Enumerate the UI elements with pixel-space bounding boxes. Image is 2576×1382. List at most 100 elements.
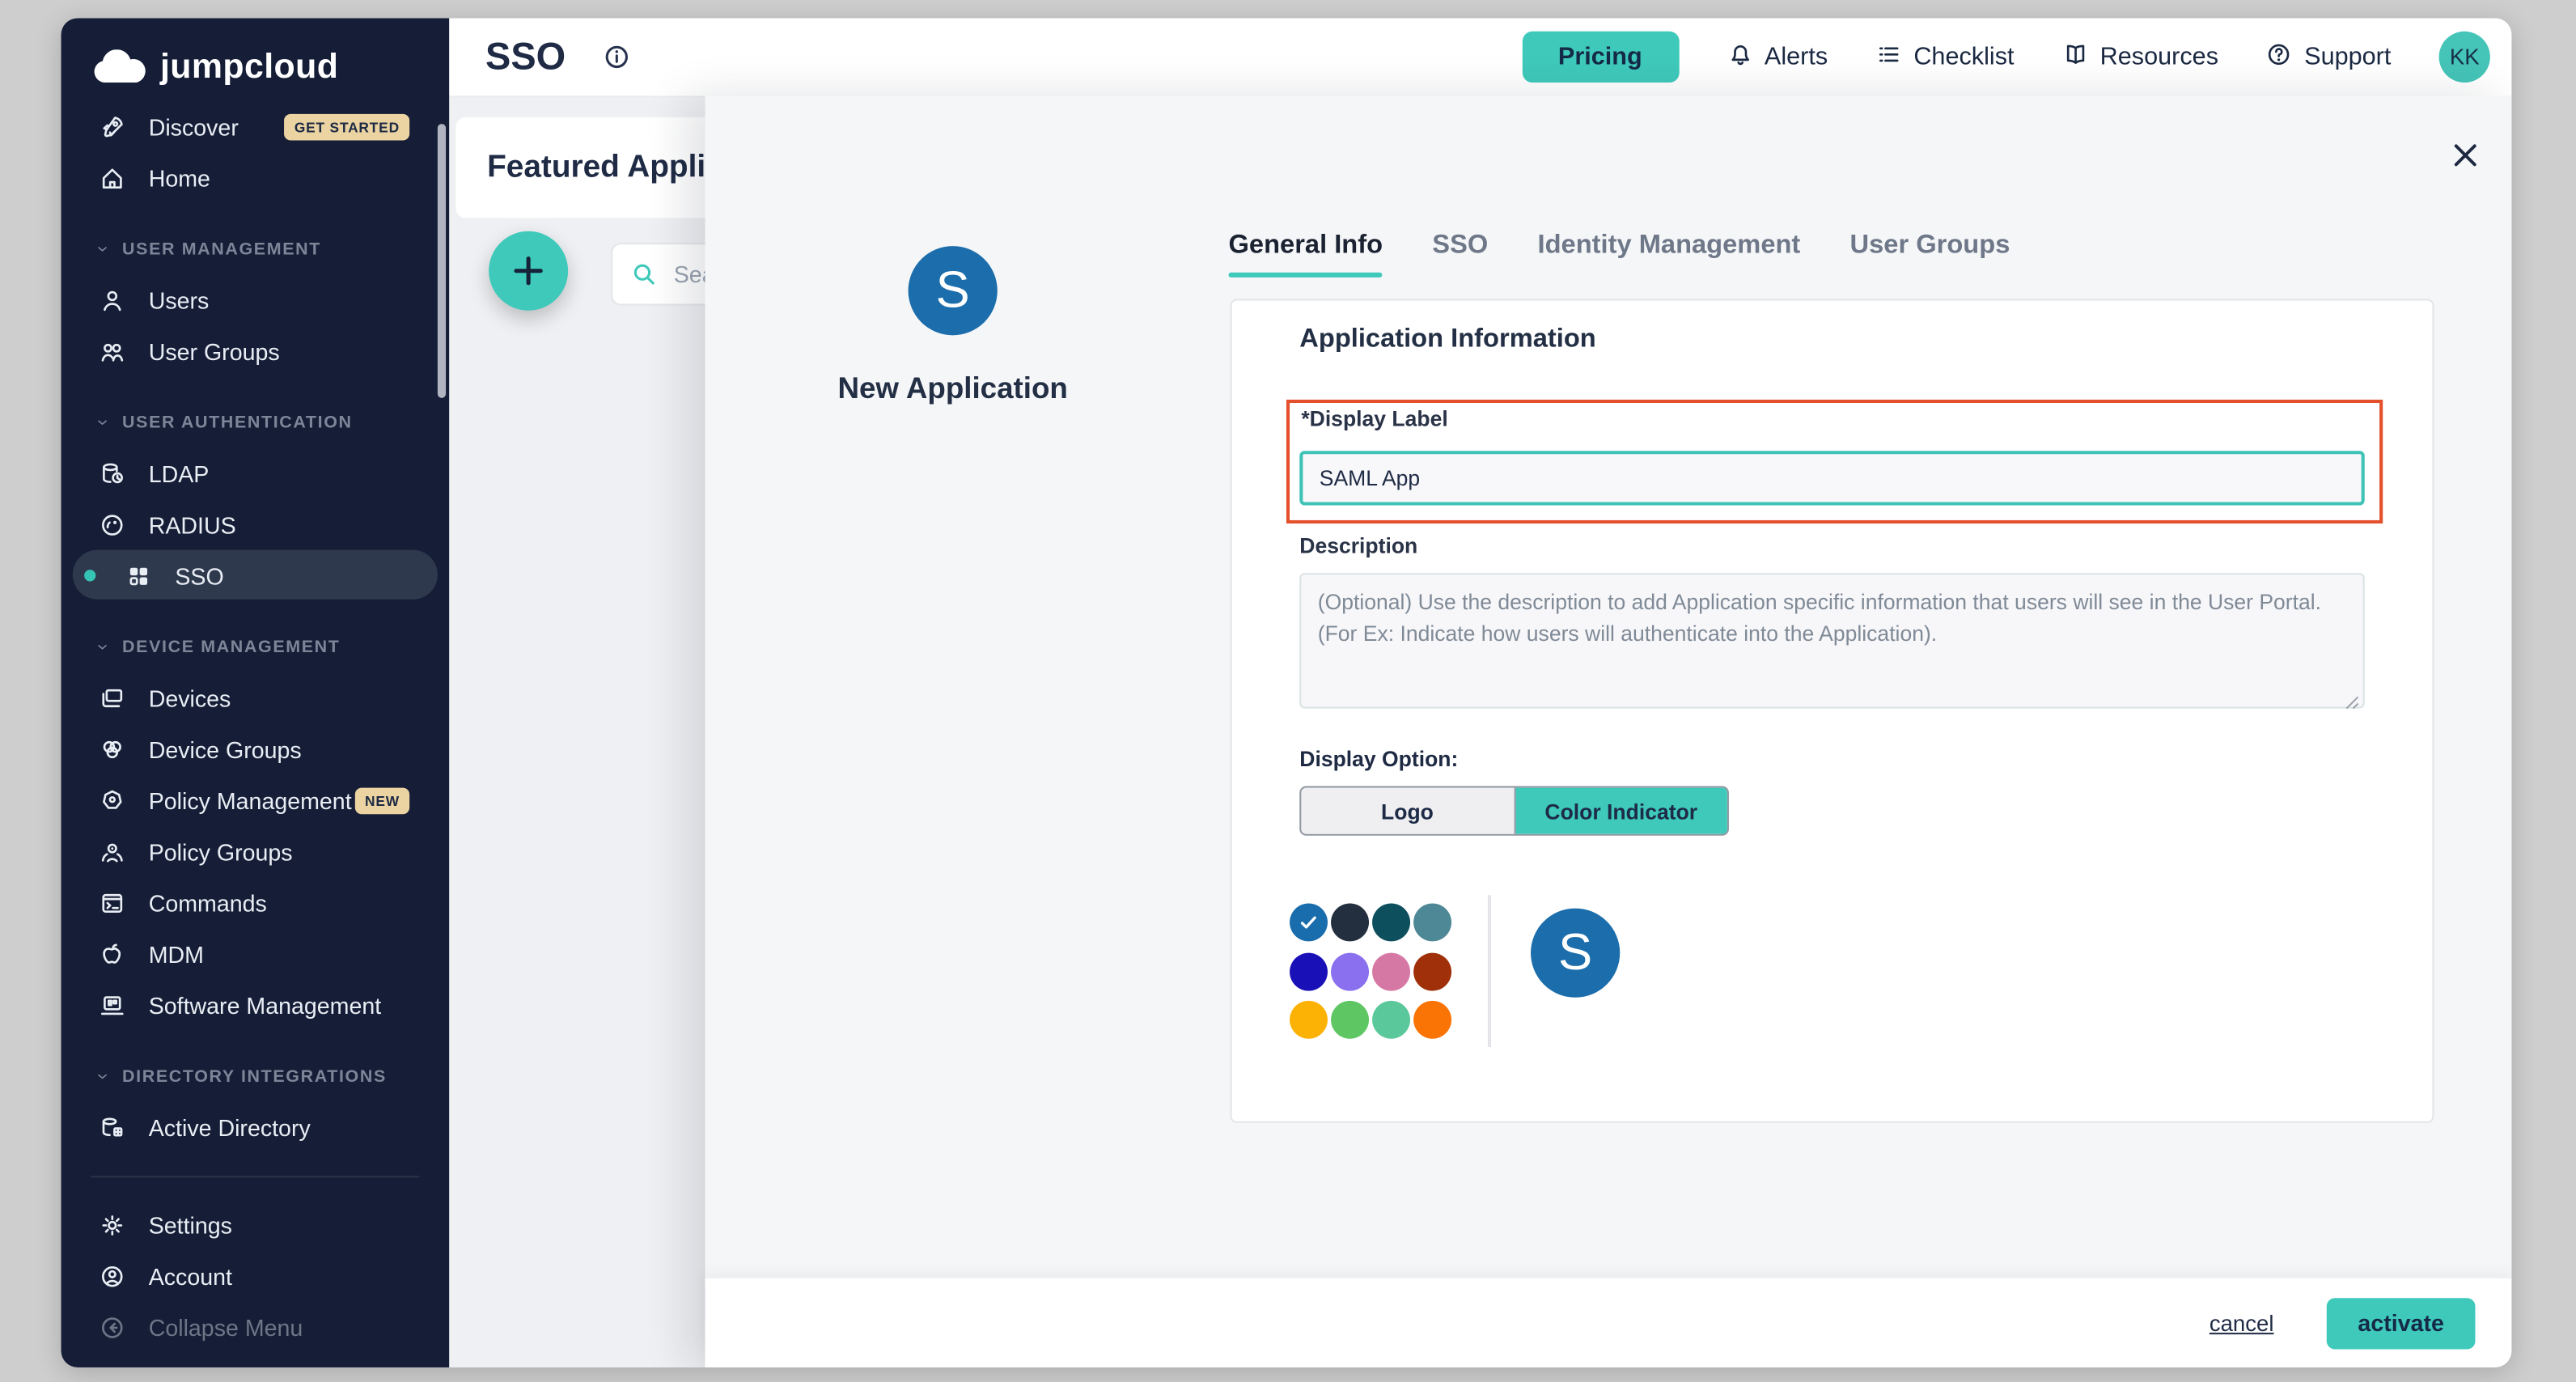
tab-user-groups[interactable]: User Groups xyxy=(1850,231,2010,278)
sidebar-item-sso[interactable]: SSO xyxy=(87,550,422,601)
add-application-button[interactable] xyxy=(489,231,568,311)
active-indicator-dot xyxy=(84,570,95,581)
sidebar-item-label: Active Directory xyxy=(149,1114,311,1141)
checklist-icon xyxy=(1875,40,1902,74)
display-option-label: Display Option: xyxy=(1299,747,1458,772)
activate-button[interactable]: activate xyxy=(2327,1297,2476,1348)
sidebar-item-discover[interactable]: Discover GET STARTED xyxy=(61,101,450,152)
sidebar-section-directory-integrations[interactable]: DIRECTORY INTEGRATIONS xyxy=(61,1050,450,1101)
sidebar-item-active-directory[interactable]: Active Directory xyxy=(61,1101,450,1152)
rocket-icon xyxy=(99,113,125,140)
sidebar-item-account[interactable]: Account xyxy=(61,1250,450,1301)
sidebar-divider xyxy=(91,1176,419,1177)
sidebar-item-label: Discover xyxy=(149,113,239,140)
sidebar-item-policy-management[interactable]: Policy ManagementNEW xyxy=(61,774,450,825)
sidebar-item-label: Settings xyxy=(149,1211,232,1238)
topnav-label: Checklist xyxy=(1913,43,2014,71)
section-label: USER MANAGEMENT xyxy=(122,239,321,258)
color-swatch-3[interactable] xyxy=(1372,903,1410,941)
sidebar-item-mdm[interactable]: MDM xyxy=(61,928,450,979)
sidebar-item-label: Home xyxy=(149,164,210,191)
chevron-down-icon xyxy=(94,638,110,655)
color-swatch-10[interactable] xyxy=(1331,1001,1369,1039)
topnav-checklist[interactable]: Checklist xyxy=(1875,40,2014,74)
color-swatch-4[interactable] xyxy=(1413,903,1451,941)
sidebar-item-label: Commands xyxy=(149,889,267,916)
sidebar-item-device-groups[interactable]: Device Groups xyxy=(61,723,450,774)
pricing-button[interactable]: Pricing xyxy=(1522,32,1679,83)
sidebar-nav: Discover GET STARTED Home USER MANAGEMENT Us… xyxy=(61,101,450,1353)
new-badge: NEW xyxy=(355,787,409,814)
color-swatch-11[interactable] xyxy=(1372,1001,1410,1039)
description-field xyxy=(1299,573,2364,708)
description-textarea[interactable] xyxy=(1299,573,2364,708)
sidebar-item-label: Collapse Menu xyxy=(149,1314,303,1341)
chevron-down-icon xyxy=(94,413,110,430)
sidebar-item-label: User Groups xyxy=(149,337,280,364)
sidebar-item-home[interactable]: Home xyxy=(61,152,450,203)
sidebar-scrollbar[interactable] xyxy=(438,124,446,398)
topnav-alerts[interactable]: Alerts xyxy=(1727,40,1828,74)
new-application-modal: S New Application General InfoSSOIdentit… xyxy=(705,95,2512,1367)
color-swatch-8[interactable] xyxy=(1413,952,1451,990)
sidebar-item-label: Policy Groups xyxy=(149,838,293,865)
color-swatch-6[interactable] xyxy=(1331,952,1369,990)
sidebar-item-users[interactable]: Users xyxy=(61,274,450,325)
close-button[interactable] xyxy=(2451,140,2481,170)
sidebar-item-label: MDM xyxy=(149,940,204,967)
software-management-icon xyxy=(99,992,125,1019)
plus-icon xyxy=(511,252,547,289)
avatar[interactable]: KK xyxy=(2439,32,2490,83)
card-title: Application Information xyxy=(1299,325,1595,355)
get-started-badge: GET STARTED xyxy=(285,113,410,140)
sidebar-item-devices[interactable]: Devices xyxy=(61,672,450,723)
user-groups-icon xyxy=(99,337,125,364)
sidebar-item-collapse-menu[interactable]: Collapse Menu xyxy=(61,1301,450,1352)
collapse-arrow-icon xyxy=(99,1314,125,1341)
tab-identity-management[interactable]: Identity Management xyxy=(1538,231,1801,278)
sidebar-item-settings[interactable]: Settings xyxy=(61,1199,450,1250)
sidebar-item-ldap[interactable]: LDAP xyxy=(61,447,450,498)
application-information-card: Application Information *Display Label D… xyxy=(1231,299,2434,1122)
sidebar-item-software-management[interactable]: Software Management xyxy=(61,979,450,1030)
tab-general-info[interactable]: General Info xyxy=(1229,231,1383,278)
new-application-title: New Application xyxy=(771,371,1134,406)
cancel-button[interactable]: cancel xyxy=(2200,1309,2284,1337)
sidebar-item-user-groups[interactable]: User Groups xyxy=(61,325,450,376)
color-swatch-5[interactable] xyxy=(1290,952,1328,990)
color-swatch-2[interactable] xyxy=(1331,903,1369,941)
display-option-logo[interactable]: Logo xyxy=(1301,788,1515,834)
devices-icon xyxy=(99,685,125,711)
tab-sso[interactable]: SSO xyxy=(1432,231,1488,278)
color-swatch-7[interactable] xyxy=(1372,952,1410,990)
topnav-resources[interactable]: Resources xyxy=(2062,40,2218,74)
sidebar-item-label: Policy Management xyxy=(149,787,352,814)
modal-tabs: General Info SSO Identity Management User G… xyxy=(1229,231,2010,278)
topnav-support[interactable]: Support xyxy=(2266,40,2391,74)
color-swatch-1[interactable] xyxy=(1290,903,1328,941)
modal-footer: cancel activate xyxy=(705,1278,2512,1367)
sidebar-section-user-management[interactable]: USER MANAGEMENT xyxy=(61,223,450,274)
apple-mdm-icon xyxy=(99,940,125,967)
search-icon xyxy=(612,261,670,287)
display-label-input[interactable] xyxy=(1299,451,2364,505)
commands-terminal-icon xyxy=(99,889,125,916)
info-icon[interactable] xyxy=(602,43,630,71)
description-label: Description xyxy=(1299,533,1417,558)
chevron-down-icon xyxy=(94,1068,110,1084)
color-swatch-9[interactable] xyxy=(1290,1001,1328,1039)
close-icon xyxy=(2451,140,2481,170)
section-label: DEVICE MANAGEMENT xyxy=(122,637,340,656)
sidebar-item-commands[interactable]: Commands xyxy=(61,877,450,928)
sidebar-item-label: Devices xyxy=(149,685,231,711)
jumpcloud-cloud-icon xyxy=(91,49,146,87)
sidebar-item-radius[interactable]: RADIUS xyxy=(61,498,450,549)
display-option-color-indicator[interactable]: Color Indicator xyxy=(1515,788,1727,834)
sidebar-section-user-authentication[interactable]: USER AUTHENTICATION xyxy=(61,396,450,447)
sidebar-section-device-management[interactable]: DEVICE MANAGEMENT xyxy=(61,621,450,672)
sidebar-item-label: Account xyxy=(149,1262,232,1289)
sidebar-item-policy-groups[interactable]: Policy Groups xyxy=(61,826,450,877)
section-label: USER AUTHENTICATION xyxy=(122,412,353,431)
color-swatch-12[interactable] xyxy=(1413,1001,1451,1039)
bell-icon xyxy=(1727,40,1753,74)
